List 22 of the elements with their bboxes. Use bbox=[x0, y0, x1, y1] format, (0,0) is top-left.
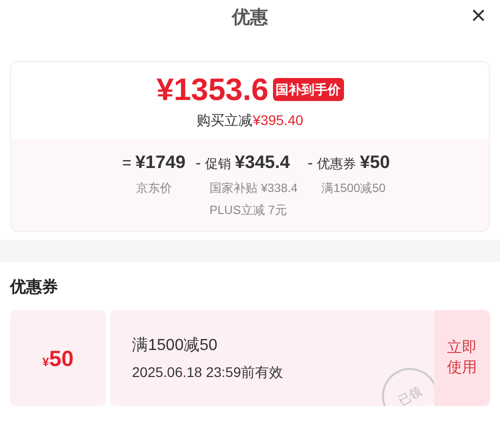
section-title: 优惠券 bbox=[8, 278, 59, 298]
amount-text: ¥1749 bbox=[135, 151, 186, 174]
dialog-title: 优惠 bbox=[232, 6, 268, 28]
coupon-condition: 满1500减50 bbox=[132, 336, 218, 356]
detail-text: 国家补贴 ¥338.4 bbox=[209, 180, 298, 197]
operator-sign: = bbox=[122, 154, 132, 174]
final-price: ¥1353.6 bbox=[156, 74, 269, 105]
detail-text: 京东价 bbox=[136, 180, 174, 197]
price-tag: 国补到手价 bbox=[272, 78, 344, 102]
discount-label: 优惠券 bbox=[316, 155, 356, 173]
savings-text: 购买立减¥395.40 bbox=[196, 111, 304, 130]
operator-sign: - bbox=[308, 154, 313, 174]
detail-text: PLUS立减 7元 bbox=[209, 202, 288, 219]
coupon-amount: ¥50 bbox=[42, 344, 74, 372]
use-now-button[interactable]: 立即使用 bbox=[434, 310, 490, 406]
close-button[interactable]: × bbox=[466, 2, 490, 28]
detail-text: 满1500减50 bbox=[322, 180, 387, 197]
amount-text: ¥50 bbox=[360, 151, 390, 174]
discount-label: 促销 bbox=[204, 155, 231, 173]
amount-text: ¥345.4 bbox=[234, 151, 290, 174]
coupon-validity: 2025.06.18 23:59前有效 bbox=[132, 362, 284, 382]
operator-sign: - bbox=[195, 154, 201, 174]
